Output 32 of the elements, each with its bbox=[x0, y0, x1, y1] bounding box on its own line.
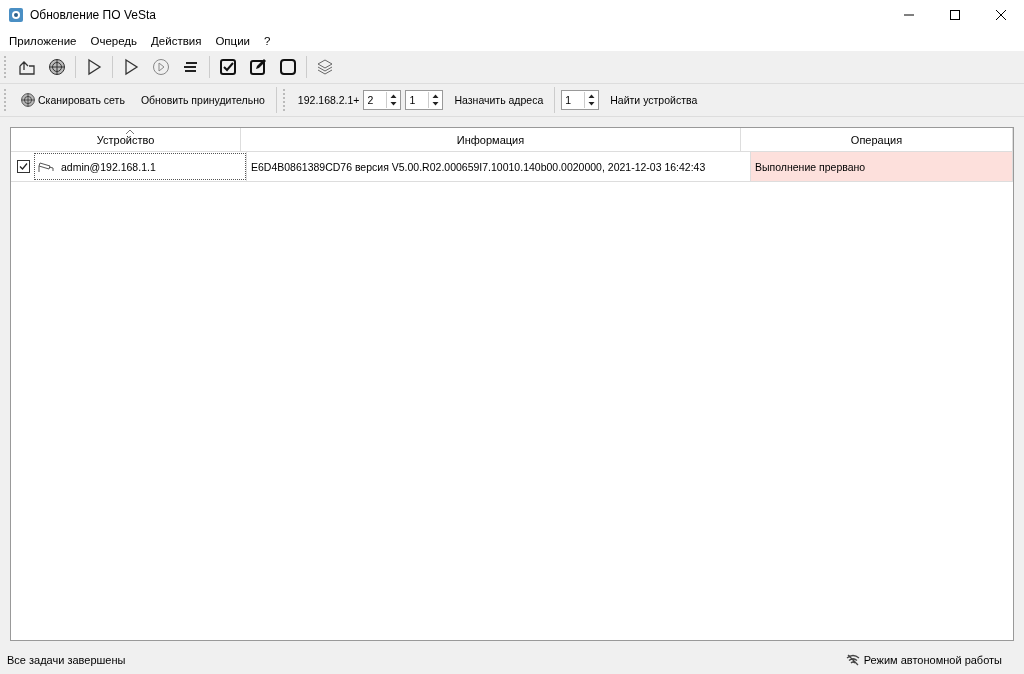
wifi-off-icon bbox=[845, 653, 860, 666]
camera-icon bbox=[37, 159, 55, 174]
find-devices-button[interactable]: Найти устройства bbox=[605, 91, 703, 109]
assign-addresses-button[interactable]: Назначить адреса bbox=[449, 91, 549, 109]
menu-item[interactable]: Очередь bbox=[90, 34, 138, 47]
column-title: Информация bbox=[456, 133, 525, 146]
address-count-spinbox[interactable]: 1 bbox=[405, 90, 444, 110]
row-checkbox[interactable] bbox=[17, 160, 30, 173]
operation-cell: Выполнение прервано bbox=[751, 152, 1013, 181]
sort-indicator-icon bbox=[125, 129, 134, 134]
column-title: Устройство bbox=[96, 133, 155, 146]
menu-item[interactable]: ? bbox=[264, 34, 271, 47]
find-count-spinbox[interactable]: 1 bbox=[561, 90, 600, 110]
window-title: Обновление ПО VeSta bbox=[30, 8, 156, 22]
force-update-button[interactable]: Обновить принудительно bbox=[135, 91, 270, 109]
address-step-spinbox[interactable]: 2 bbox=[363, 90, 402, 110]
menu-item[interactable]: Приложение bbox=[9, 34, 77, 47]
menu-item[interactable]: Действия bbox=[151, 34, 202, 47]
status-message: Все задачи завершены bbox=[7, 653, 126, 666]
device-name: admin@192.168.1.1 bbox=[61, 160, 156, 173]
scan-network-button[interactable]: Сканировать сеть bbox=[15, 89, 130, 111]
device-cell[interactable]: admin@192.168.1.1 bbox=[34, 153, 246, 180]
column-header[interactable]: Устройство bbox=[11, 128, 241, 152]
close-icon[interactable] bbox=[995, 9, 1007, 21]
menu-item[interactable]: Опции bbox=[215, 34, 251, 47]
column-header[interactable]: Информация bbox=[241, 128, 741, 152]
column-title: Операция bbox=[850, 133, 903, 146]
mode-status: Режим автономной работы bbox=[863, 653, 1002, 666]
address-prefix-label: 192.168.2.1+ bbox=[297, 94, 360, 106]
app-logo-icon bbox=[8, 7, 24, 23]
network-icon bbox=[20, 92, 36, 108]
maximize-icon[interactable] bbox=[949, 9, 961, 21]
